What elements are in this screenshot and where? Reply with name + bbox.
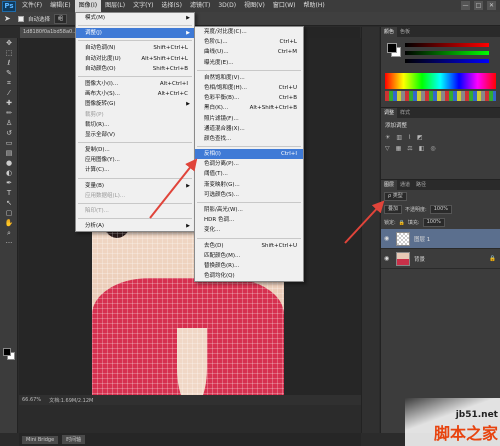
watermark-site: jb51.net	[455, 410, 498, 420]
annotation-arrows	[149, 158, 385, 244]
arrow-to-blend-mode	[344, 200, 385, 244]
watermark-logo-text: 脚本之家	[433, 424, 498, 443]
arrow-to-invert	[149, 158, 198, 219]
watermark: jb51.net 脚本之家	[434, 410, 498, 444]
